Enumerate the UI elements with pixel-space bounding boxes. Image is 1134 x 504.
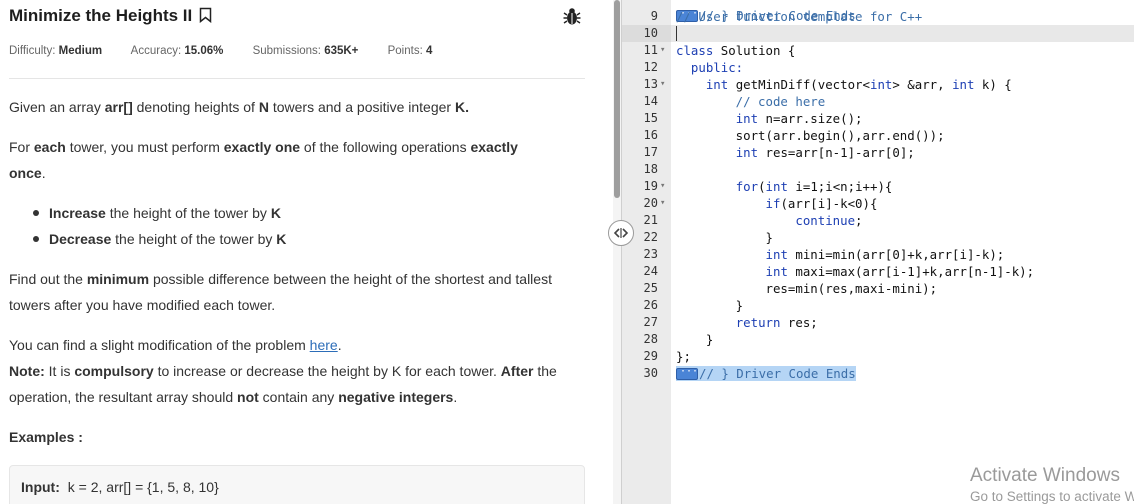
- windows-activation-watermark: Activate Windows Go to Settings to activ…: [970, 465, 1134, 504]
- code-text: public:: [676, 60, 744, 75]
- line-number: 20: [643, 196, 658, 210]
- code-text: }: [676, 332, 714, 347]
- fold-arrow-icon[interactable]: ▾: [660, 76, 665, 93]
- bug-icon[interactable]: [563, 7, 581, 32]
- code-line: 19 ▾ for(int i=1;i<n;i++){: [622, 178, 1134, 195]
- statement-para-4: Find out the minimum possible difference…: [9, 271, 552, 313]
- line-number: 21: [643, 213, 658, 227]
- title-row: Minimize the Heights II: [9, 6, 589, 30]
- selected-text: // } Driver Code Ends: [676, 363, 856, 381]
- code-line: 25 res=min(res,maxi-mini);: [622, 280, 1134, 297]
- code-line: // } Driver Code Ends: [622, 0, 1134, 23]
- list-item: Increase the height of the tower by K: [33, 200, 286, 226]
- code-line: 24 int maxi=max(arr[i-1]+k,arr[n-1]-k);: [622, 263, 1134, 280]
- points: Points: 4: [387, 45, 433, 57]
- example-input: Input: k = 2, arr[] = {1, 5, 8, 10}: [21, 479, 219, 495]
- code-text: int res=arr[n-1]-arr[0];: [735, 145, 915, 160]
- line-number: 11: [643, 43, 658, 57]
- pane-splitter-handle[interactable]: [608, 220, 634, 246]
- code-text: continue;: [795, 213, 863, 228]
- code-text: }: [676, 298, 744, 313]
- code-text: int maxi=max(arr[i-1]+k,arr[n-1]-k);: [765, 264, 1035, 279]
- code-line: 23 int mini=min(arr[0]+k,arr[i]-k);: [622, 246, 1134, 263]
- code-text: int getMinDiff(vector<int> &arr, int k) …: [705, 77, 1012, 92]
- statement-note: Note: It is compulsory to increase or de…: [9, 363, 557, 405]
- line-number: 9: [650, 9, 658, 23]
- here-link[interactable]: here: [310, 337, 338, 353]
- code-text: int mini=min(arr[0]+k,arr[i]-k);: [765, 247, 1005, 262]
- line-number: 30: [643, 366, 658, 380]
- code-text: int n=arr.size();: [735, 111, 863, 126]
- divider: [9, 78, 585, 79]
- statement-para-1: Given an array arr[] denoting heights of…: [9, 99, 469, 115]
- example-box: Input: k = 2, arr[] = {1, 5, 8, 10}: [9, 465, 585, 504]
- line-number: 16: [643, 128, 658, 142]
- problem-meta: Difficulty: Medium Accuracy: 15.06% Subm…: [9, 45, 458, 57]
- line-number: 14: [643, 94, 658, 108]
- line-number: 24: [643, 264, 658, 278]
- line-number: 18: [643, 162, 658, 176]
- code-line: 10: [622, 25, 1134, 42]
- fold-arrow-icon[interactable]: ▾: [660, 195, 665, 212]
- code-line: 16 sort(arr.begin(),arr.end());: [622, 127, 1134, 144]
- code-line: 15 int n=arr.size();: [622, 110, 1134, 127]
- code-line: 20 ▾ if(arr[i]-k<0){: [622, 195, 1134, 212]
- code-line: 9 // User function template for C++: [622, 8, 1134, 25]
- accuracy: Accuracy: 15.06%: [130, 45, 224, 57]
- line-number: 12: [643, 60, 658, 74]
- line-number: 29: [643, 349, 658, 363]
- line-number: 25: [643, 281, 658, 295]
- code-text: for(int i=1;i<n;i++){: [735, 179, 893, 194]
- code-text: }: [676, 230, 773, 245]
- problem-title: Minimize the Heights II: [9, 6, 193, 25]
- code-editor[interactable]: // } Driver Code Ends 9 // User function …: [622, 0, 1134, 504]
- code-line: 14 // code here: [622, 93, 1134, 110]
- code-text: sort(arr.begin(),arr.end());: [676, 128, 945, 143]
- code-text: if(arr[i]-k<0){: [765, 196, 878, 211]
- list-item: Decrease the height of the tower by K: [33, 226, 286, 252]
- fold-arrow-icon[interactable]: ▾: [660, 42, 665, 59]
- line-number: 17: [643, 145, 658, 159]
- code-text: // User function template for C++: [676, 9, 923, 24]
- line-number: 13: [643, 77, 658, 91]
- code-line: 28 }: [622, 331, 1134, 348]
- code-line: 26 }: [622, 297, 1134, 314]
- fold-marker-icon[interactable]: [676, 363, 698, 380]
- code-line: 12 public:: [622, 59, 1134, 76]
- code-line: 22 }: [622, 229, 1134, 246]
- code-line: 27 return res;: [622, 314, 1134, 331]
- problem-scrollbar-thumb[interactable]: [614, 0, 620, 198]
- splitter-arrows-icon: [613, 228, 629, 238]
- code-text: res=min(res,maxi-mini);: [676, 281, 938, 296]
- code-line: 21 continue;: [622, 212, 1134, 229]
- line-number: 28: [643, 332, 658, 346]
- code-line: 13 ▾ int getMinDiff(vector<int> &arr, int…: [622, 76, 1134, 93]
- line-number: 15: [643, 111, 658, 125]
- line-number: 22: [643, 230, 658, 244]
- submissions: Submissions: 635K+: [252, 45, 359, 57]
- problem-panel: Minimize the Heights II Difficulty: Medi…: [0, 0, 612, 504]
- code-line: 29};: [622, 348, 1134, 365]
- line-number: 10: [643, 26, 658, 40]
- difficulty: Difficulty: Medium: [9, 45, 103, 57]
- statement-para-5: You can find a slight modification of th…: [9, 337, 342, 353]
- line-number: 27: [643, 315, 658, 329]
- code-text: // } Driver Code Ends: [676, 363, 856, 382]
- statement-para-2: For each tower, you must perform exactly…: [9, 139, 518, 181]
- code-line: 11 ▾ class Solution {: [622, 42, 1134, 59]
- code-text: return res;: [735, 315, 818, 330]
- code-text: class Solution {: [676, 43, 796, 58]
- operations-list: Increase the height of the tower by K De…: [33, 200, 286, 252]
- line-number: 23: [643, 247, 658, 261]
- fold-arrow-icon[interactable]: ▾: [660, 178, 665, 195]
- code-line: 30 // } Driver Code Ends: [622, 363, 1134, 382]
- line-number: 26: [643, 298, 658, 312]
- code-line: 18: [622, 161, 1134, 178]
- line-number: 19: [643, 179, 658, 193]
- code-text: // code here: [676, 94, 826, 109]
- bookmark-icon[interactable]: [199, 7, 212, 28]
- examples-heading: Examples :: [9, 429, 83, 445]
- code-line: 17 int res=arr[n-1]-arr[0];: [622, 144, 1134, 161]
